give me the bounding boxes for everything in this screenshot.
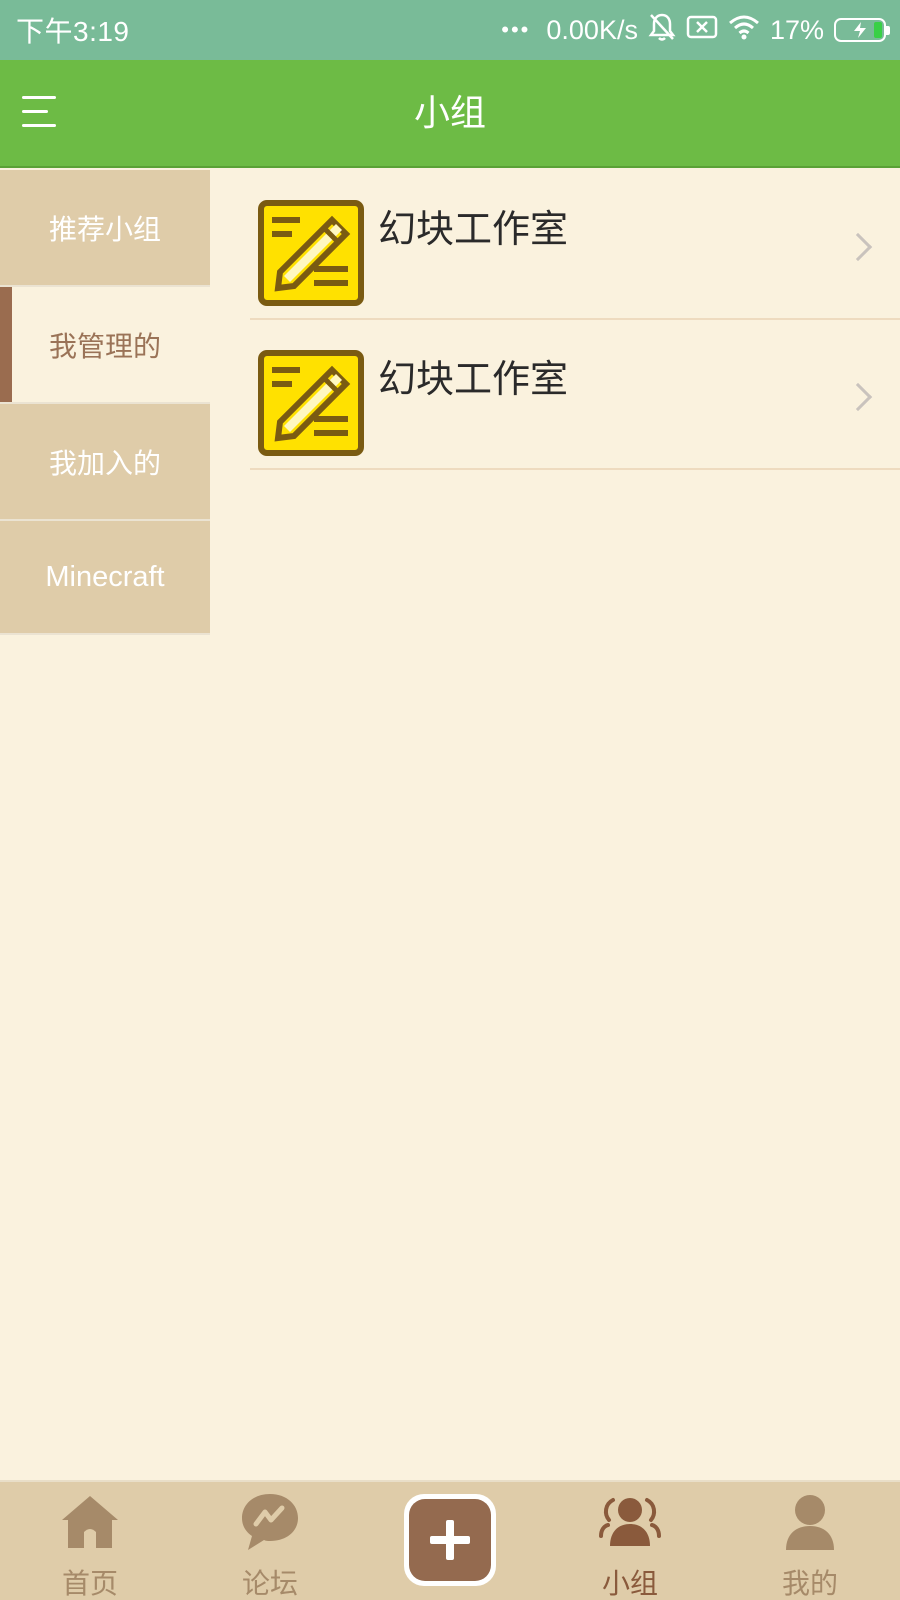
bottom-nav: 首页 论坛 小组 我的 <box>0 1480 900 1600</box>
tab-profile[interactable]: 我的 <box>720 1482 900 1600</box>
group-name: 幻块工作室 <box>378 209 569 251</box>
side-nav-item-label: 我加入的 <box>48 446 161 480</box>
status-indicators: ••• 0.00K/s 17% <box>501 12 890 49</box>
group-row[interactable]: 幻块工作室 <box>250 170 900 320</box>
side-nav-item-joined[interactable]: 我加入的 <box>0 404 210 521</box>
battery-charging-icon <box>834 18 890 42</box>
app-bar: 小组 <box>0 60 900 168</box>
side-nav-item-recommended[interactable]: 推荐小组 <box>0 170 210 287</box>
battery-level <box>873 22 882 38</box>
tab-label: 小组 <box>601 1567 658 1600</box>
wifi-icon <box>728 14 760 47</box>
side-nav-item-label: 推荐小组 <box>48 212 161 246</box>
side-nav: 推荐小组 我管理的 我加入的 Minecraft <box>0 170 210 635</box>
add-button[interactable] <box>404 1494 496 1586</box>
forum-icon <box>238 1490 302 1554</box>
status-bar: 下午3:19 ••• 0.00K/s 17% <box>0 0 900 60</box>
add-icon <box>409 1499 491 1581</box>
tab-forum[interactable]: 论坛 <box>180 1482 360 1600</box>
group-row[interactable]: 幻块工作室 <box>250 320 900 470</box>
group-icon <box>598 1490 662 1554</box>
side-nav-item-minecraft[interactable]: Minecraft <box>0 521 210 635</box>
side-nav-item-label: 我管理的 <box>48 329 161 363</box>
group-list: 幻块工作室 幻块工作室 <box>250 170 900 470</box>
tab-groups[interactable]: 小组 <box>540 1482 720 1600</box>
tab-add[interactable] <box>360 1482 540 1600</box>
chevron-right-icon <box>843 232 873 262</box>
tab-label: 论坛 <box>241 1567 298 1600</box>
tab-home[interactable]: 首页 <box>0 1482 180 1600</box>
home-icon <box>58 1490 122 1554</box>
page-title: 小组 <box>413 93 486 134</box>
notifications-off-icon <box>648 12 676 49</box>
chevron-right-icon <box>843 382 873 412</box>
profile-icon <box>778 1490 842 1554</box>
sim-off-icon <box>686 14 718 47</box>
more-notifications-icon: ••• <box>501 17 531 42</box>
status-time: 下午3:19 <box>16 16 130 47</box>
tab-label: 我的 <box>781 1567 838 1600</box>
group-name: 幻块工作室 <box>378 359 569 401</box>
tab-label: 首页 <box>61 1567 118 1600</box>
pencil-note-icon <box>258 350 364 456</box>
side-nav-item-managed[interactable]: 我管理的 <box>0 287 210 404</box>
battery-percent: 17% <box>769 14 824 45</box>
network-speed: 0.00K/s <box>546 14 638 45</box>
side-nav-item-label: Minecraft <box>45 560 165 593</box>
pencil-note-icon <box>258 200 364 306</box>
